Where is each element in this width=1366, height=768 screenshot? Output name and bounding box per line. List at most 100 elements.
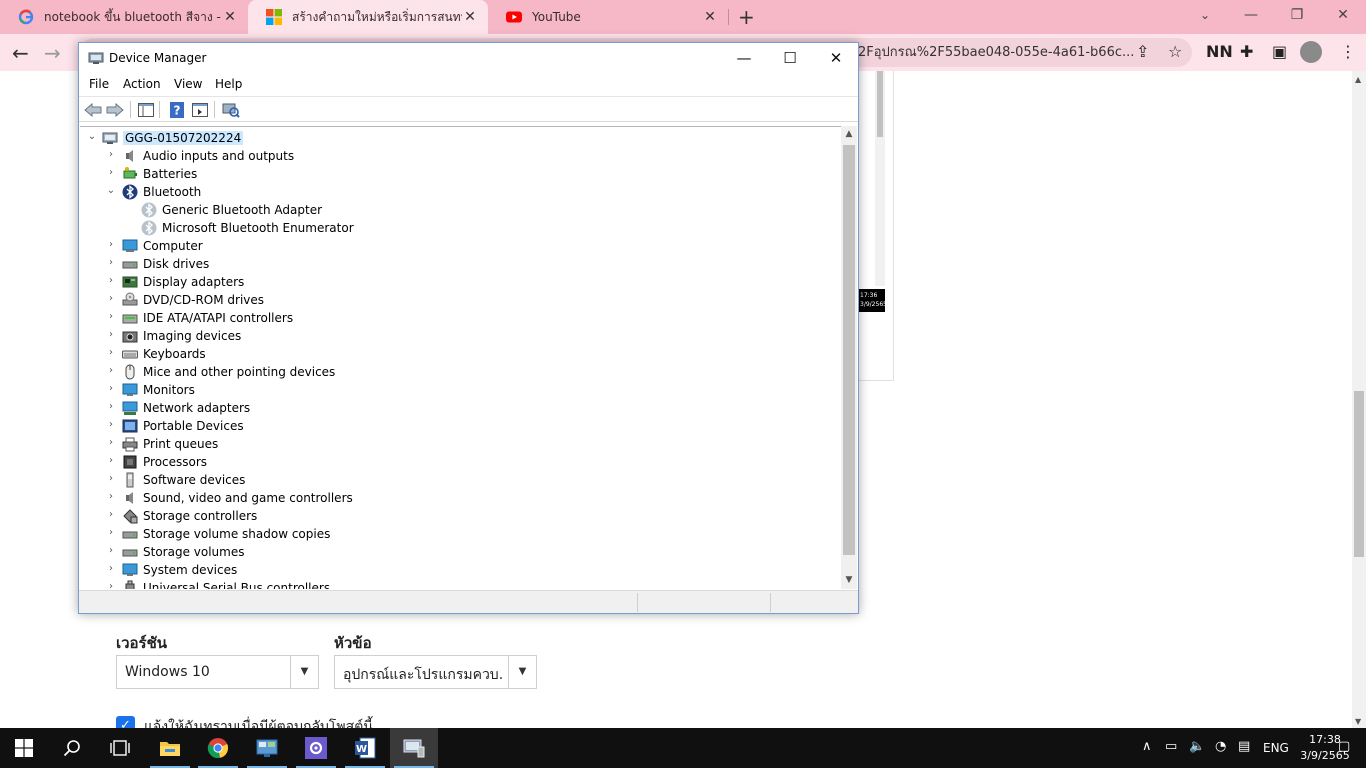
close-icon[interactable]: ✕ <box>813 43 859 73</box>
tree-category-item[interactable]: › Sound, video and game controllers <box>80 489 840 507</box>
properties-icon[interactable] <box>190 100 210 120</box>
topic-select[interactable]: อุปกรณ์และโปรแกรมควบ... ▼ <box>334 655 537 689</box>
expand-chevron-icon[interactable]: › <box>105 419 117 433</box>
forward-arrow-icon[interactable]: → <box>44 41 61 65</box>
show-hidden-icons-icon[interactable]: ∧ <box>1142 739 1152 754</box>
tree-category-item[interactable]: › Storage controllers <box>80 507 840 525</box>
expand-chevron-icon[interactable]: › <box>105 455 117 469</box>
start-icon[interactable] <box>0 728 48 768</box>
tree-category-item[interactable]: › System devices <box>80 561 840 579</box>
device-tree-scrollbar[interactable]: ▲ ▼ <box>841 126 857 589</box>
puzzle-extensions-icon[interactable]: ✚ <box>1240 42 1253 61</box>
tree-category-item[interactable]: › Software devices <box>80 471 840 489</box>
tab-search-icon[interactable]: ⌄ <box>1182 0 1228 30</box>
expand-chevron-icon[interactable]: › <box>105 347 117 361</box>
share-icon[interactable]: ⇪ <box>1136 42 1149 61</box>
back-arrow-icon[interactable]: ← <box>12 41 29 65</box>
word-icon[interactable]: W <box>341 728 389 768</box>
scroll-down-icon[interactable]: ▼ <box>1355 717 1361 726</box>
extension-nn-icon[interactable]: NN <box>1206 42 1233 61</box>
close-window-icon[interactable]: ✕ <box>1320 0 1366 30</box>
scrollbar-thumb[interactable] <box>1354 391 1364 557</box>
embedded-scrollbar[interactable] <box>875 71 885 286</box>
profile-avatar[interactable] <box>1300 41 1322 63</box>
bookmark-star-icon[interactable]: ☆ <box>1168 42 1182 61</box>
expand-chevron-icon[interactable]: › <box>105 365 117 379</box>
expand-chevron-icon[interactable]: › <box>105 491 117 505</box>
file-explorer-icon[interactable] <box>146 728 194 768</box>
tab-microsoft-community[interactable]: สร้างคำถามใหม่หรือเริ่มการสนทนา ✕ <box>248 0 488 34</box>
tab-google-search[interactable]: notebook ขึ้น bluetooth สีจาง - ค้น ✕ <box>0 0 248 34</box>
expand-chevron-icon[interactable]: › <box>105 149 117 163</box>
minimize-icon[interactable]: — <box>1228 0 1274 30</box>
tree-category-item[interactable]: › Network adapters <box>80 399 840 417</box>
language-indicator[interactable]: ENG <box>1263 741 1289 755</box>
expand-chevron-icon[interactable]: › <box>105 527 117 541</box>
expand-chevron-icon[interactable]: › <box>105 383 117 397</box>
forward-arrow-icon[interactable] <box>105 100 125 120</box>
close-icon[interactable]: ✕ <box>462 9 478 25</box>
tree-category-item[interactable]: › DVD/CD-ROM drives <box>80 291 840 309</box>
collapse-chevron-icon[interactable]: ⌄ <box>86 131 98 145</box>
notifications-icon[interactable]: ▢ <box>1338 739 1350 754</box>
menu-help[interactable]: Help <box>215 77 242 91</box>
tree-root-computer[interactable]: ⌄ GGG-01507202224 <box>80 129 840 147</box>
expand-chevron-icon[interactable]: › <box>105 509 117 523</box>
ime-icon[interactable]: ▤ <box>1238 739 1250 754</box>
expand-chevron-icon[interactable]: › <box>105 563 117 577</box>
tree-category-item[interactable]: › Display adapters <box>80 273 840 291</box>
tree-category-item[interactable]: › Monitors <box>80 381 840 399</box>
menu-file[interactable]: File <box>89 77 109 91</box>
battery-icon[interactable]: ▭ <box>1165 739 1177 754</box>
expand-chevron-icon[interactable]: › <box>105 581 117 589</box>
tree-category-item[interactable]: › Keyboards <box>80 345 840 363</box>
tree-category-item[interactable]: › Storage volumes <box>80 543 840 561</box>
expand-chevron-icon[interactable]: › <box>105 437 117 451</box>
window-titlebar[interactable]: Device Manager — ☐ ✕ <box>79 43 858 74</box>
tree-category-item[interactable]: › Computer <box>80 237 840 255</box>
tree-category-item[interactable]: › Storage volume shadow copies <box>80 525 840 543</box>
scroll-up-icon[interactable]: ▲ <box>1355 75 1361 84</box>
menu-action[interactable]: Action <box>123 77 161 91</box>
expand-chevron-icon[interactable]: › <box>105 167 117 181</box>
tree-category-item[interactable]: › Universal Serial Bus controllers <box>80 579 840 589</box>
scrollbar-thumb[interactable] <box>877 71 883 137</box>
tree-category-item[interactable]: › Audio inputs and outputs <box>80 147 840 165</box>
task-view-icon[interactable] <box>96 728 144 768</box>
side-panel-icon[interactable]: ▣ <box>1272 42 1287 61</box>
tree-category-item[interactable]: › IDE ATA/ATAPI controllers <box>80 309 840 327</box>
version-select[interactable]: Windows 10 ▼ <box>116 655 319 689</box>
maximize-icon[interactable]: ☐ <box>767 43 813 73</box>
expand-chevron-icon[interactable]: › <box>105 311 117 325</box>
close-icon[interactable]: ✕ <box>222 9 238 25</box>
minimize-icon[interactable]: — <box>721 43 767 73</box>
volume-icon[interactable]: 🔈 <box>1189 739 1205 754</box>
tree-category-item[interactable]: › Batteries <box>80 165 840 183</box>
tree-device-item[interactable]: Generic Bluetooth Adapter <box>80 201 840 219</box>
control-panel-icon[interactable] <box>243 728 291 768</box>
help-icon[interactable]: ? <box>167 100 187 120</box>
scroll-up-icon[interactable]: ▲ <box>841 126 857 143</box>
page-scrollbar[interactable]: ▲ ▼ <box>1352 71 1366 728</box>
device-manager-icon[interactable] <box>390 728 438 768</box>
expand-chevron-icon[interactable]: › <box>105 293 117 307</box>
show-hide-console-tree-icon[interactable] <box>136 100 156 120</box>
expand-chevron-icon[interactable]: › <box>105 239 117 253</box>
tree-category-item[interactable]: › Mice and other pointing devices <box>80 363 840 381</box>
expand-chevron-icon[interactable]: › <box>105 473 117 487</box>
tree-category-item[interactable]: ⌄ Bluetooth <box>80 183 840 201</box>
tree-device-item[interactable]: Microsoft Bluetooth Enumerator <box>80 219 840 237</box>
collapse-chevron-icon[interactable]: ⌄ <box>105 185 117 199</box>
restore-icon[interactable]: ❐ <box>1274 0 1320 30</box>
scroll-down-icon[interactable]: ▼ <box>841 572 857 589</box>
menu-view[interactable]: View <box>174 77 202 91</box>
scan-hardware-icon[interactable] <box>221 100 241 120</box>
expand-chevron-icon[interactable]: › <box>105 257 117 271</box>
chrome-icon[interactable] <box>194 728 242 768</box>
expand-chevron-icon[interactable]: › <box>105 275 117 289</box>
tab-youtube[interactable]: YouTube ✕ <box>488 0 728 34</box>
back-arrow-icon[interactable] <box>83 100 103 120</box>
tree-category-item[interactable]: › Portable Devices <box>80 417 840 435</box>
tree-category-item[interactable]: › Processors <box>80 453 840 471</box>
settings-icon[interactable] <box>292 728 340 768</box>
